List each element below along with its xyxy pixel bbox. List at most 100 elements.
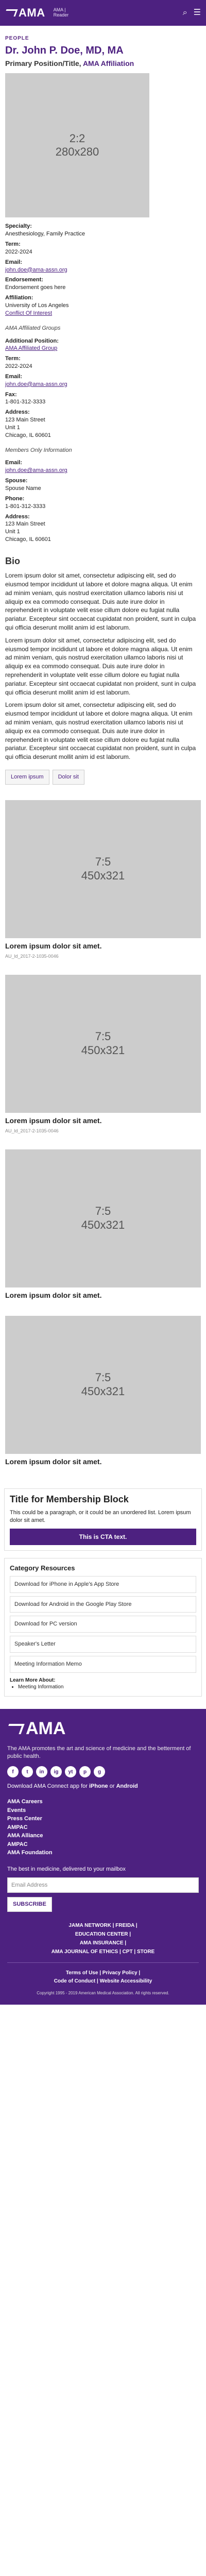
membership-block: Title for Membership Block This could be… xyxy=(4,1488,202,1551)
google-icon[interactable]: g xyxy=(94,1766,105,1778)
learn-more-link[interactable]: Meeting Information xyxy=(18,1684,196,1691)
linkedin-icon[interactable]: in xyxy=(36,1766,47,1778)
affiliated-groups-title: AMA Affiliated Groups xyxy=(5,325,61,331)
image-ratio: 7:5 xyxy=(95,1030,111,1043)
field-label: Email: xyxy=(5,460,23,466)
legal-links-row[interactable]: Terms of Use | Privacy Policy | xyxy=(7,1969,199,1977)
field-link[interactable]: john.doe@ama-assn.org xyxy=(5,267,67,273)
field-value: john.doe@ama-assn.org xyxy=(5,467,201,474)
resource-link[interactable]: Download for iPhone in Apple's App Store xyxy=(10,1575,196,1593)
field-link[interactable]: AMA Affiliated Group xyxy=(5,345,57,351)
member-indicator[interactable]: AMA | Reader xyxy=(54,7,69,18)
image-placeholder: 7:5 450x321 xyxy=(5,1315,201,1454)
footer-nav-link[interactable]: AMPAC xyxy=(7,1823,199,1832)
field-value: 2022-2024 xyxy=(5,248,32,255)
category-resources: Category Resources Download for iPhone i… xyxy=(4,1558,202,1697)
field-label: Additional Position: xyxy=(5,337,59,344)
resource-link[interactable]: Meeting Information Memo xyxy=(10,1656,196,1673)
instagram-icon[interactable]: ig xyxy=(50,1766,62,1778)
footer-nav-link[interactable]: AMA Alliance xyxy=(7,1832,199,1840)
image-placeholder: 7:5 450x321 xyxy=(5,1149,201,1287)
footer-logo[interactable]: AMA xyxy=(5,1717,199,1741)
top-bar: AMA AMA | Reader ⌕ ☰ xyxy=(0,0,206,26)
footer-nav-link[interactable]: Press Center xyxy=(7,1815,199,1823)
membership-cta-button[interactable]: This is CTA text. xyxy=(10,1528,196,1546)
youtube-icon[interactable]: yt xyxy=(65,1766,76,1778)
membership-text: This could be a paragraph, or it could b… xyxy=(10,1510,191,1524)
partner-links: JAMA NETWORK | FREIDA | EDUCATION CENTER… xyxy=(7,1921,199,1956)
app-download: Download AMA Connect app for iPhone or A… xyxy=(7,1783,199,1790)
image-credit: AU_ld_2017-2-1035-0046 xyxy=(5,1128,59,1133)
image-ratio: 7:5 xyxy=(95,1205,111,1218)
footer-nav-link[interactable]: AMPAC xyxy=(7,1840,199,1849)
pinterest-icon[interactable]: p xyxy=(79,1766,91,1778)
field-label: Fax: xyxy=(5,391,17,398)
field-value: 1-801-312-3333 xyxy=(5,503,46,510)
image-placeholder: 7:5 450x321 xyxy=(5,800,201,938)
resource-link[interactable]: Download for PC version xyxy=(10,1616,196,1633)
field-value: Spouse Name xyxy=(5,485,41,492)
field-value: Conflict Of Interest xyxy=(5,310,201,317)
footer-nav-link[interactable]: AMA Foundation xyxy=(7,1849,199,1857)
partner-links-row[interactable]: AMA INSURANCE | xyxy=(7,1939,199,1947)
bio-paragraph: Lorem ipsum dolor sit amet, consectetur … xyxy=(5,701,196,761)
partner-links-row[interactable]: EDUCATION CENTER | xyxy=(7,1930,199,1939)
affiliation-link[interactable]: AMA Affiliation xyxy=(83,59,134,67)
position-line: Primary Position/Title, AMA Affiliation xyxy=(5,59,201,69)
partner-links-row[interactable]: AMA JOURNAL OF ETHICS | CPT | STORE xyxy=(7,1947,199,1956)
legal-links: Terms of Use | Privacy Policy | Code of … xyxy=(7,1969,199,1986)
media-item: 7:5 450x321 Lorem ipsum dolor sit amet. xyxy=(5,1315,201,1467)
field-link[interactable]: john.doe@ama-assn.org xyxy=(5,381,67,387)
search-icon[interactable]: ⌕ xyxy=(183,7,187,19)
field-value: 1-801-312-3333 xyxy=(5,399,46,405)
eyebrow: PEOPLE xyxy=(5,36,29,41)
field-value: john.doe@ama-assn.org xyxy=(5,381,201,388)
field-label: Email: xyxy=(5,259,23,265)
bio-paragraph: Lorem ipsum dolor sit amet, consectetur … xyxy=(5,636,196,696)
resource-link[interactable]: Speaker's Letter xyxy=(10,1636,196,1653)
field-label: Endorsement: xyxy=(5,277,43,283)
bio-paragraph: Lorem ipsum dolor sit amet, consectetur … xyxy=(5,572,196,631)
field-value: AMA Affiliated Group xyxy=(5,345,201,352)
android-link[interactable]: Android xyxy=(116,1783,138,1789)
iphone-link[interactable]: iPhone xyxy=(89,1783,108,1789)
membership-title: Title for Membership Block xyxy=(10,1494,129,1504)
resource-link[interactable]: Download for Android in the Google Play … xyxy=(10,1596,196,1613)
logo-text: AMA xyxy=(19,6,45,20)
field-label: Term: xyxy=(5,241,21,248)
facebook-icon[interactable]: f xyxy=(7,1766,19,1778)
footer-nav-link[interactable]: Events xyxy=(7,1806,199,1815)
field-label: Phone: xyxy=(5,495,25,502)
image-size: 450x321 xyxy=(81,1384,125,1398)
partner-links-row[interactable]: JAMA NETWORK | FREIDA | xyxy=(7,1921,199,1930)
field-link[interactable]: Conflict Of Interest xyxy=(5,310,52,316)
field-value: Anesthesiology, Family Practice xyxy=(5,231,85,238)
ama-logo-mark xyxy=(5,1723,25,1734)
site-footer: AMA The AMA promotes the art and science… xyxy=(0,1708,206,2005)
mission-text: The AMA promotes the art and science of … xyxy=(7,1745,191,1759)
field-label: Affiliation: xyxy=(5,295,33,301)
ama-logo[interactable]: AMA xyxy=(4,5,45,21)
newsletter: The best in medicine, delivered to your … xyxy=(7,1866,199,1912)
email-input[interactable]: Email Address xyxy=(7,1877,199,1893)
legal-links-row[interactable]: Code of Conduct | Website Accessibility xyxy=(7,1977,199,1986)
field-label: Address: xyxy=(5,409,30,416)
media-gallery: 7:5 450x321 Lorem ipsum dolor sit amet. A… xyxy=(5,800,201,1467)
footer-nav-link[interactable]: AMA Careers xyxy=(7,1798,199,1806)
tag-chip[interactable]: Dolor sit xyxy=(52,769,84,785)
image-caption: Lorem ipsum dolor sit amet. xyxy=(5,1116,102,1125)
twitter-icon[interactable]: t xyxy=(22,1766,33,1778)
field-value: john.doe@ama-assn.org xyxy=(5,266,201,274)
image-placeholder: 7:5 450x321 xyxy=(5,974,201,1113)
field-label: Address: xyxy=(5,513,30,520)
menu-icon[interactable]: ☰ xyxy=(194,7,201,19)
footer-nav: AMA Careers Events Press Center AMPAC AM… xyxy=(7,1798,199,1857)
footer-logo-text: AMA xyxy=(26,1718,66,1738)
tag-chip[interactable]: Lorem ipsum xyxy=(5,769,49,785)
subscribe-button[interactable]: SUBSCRIBE xyxy=(7,1897,52,1912)
field-link[interactable]: john.doe@ama-assn.org xyxy=(5,467,67,473)
field-value: 123 Main Street Unit 1 Chicago, IL 60601 xyxy=(5,417,51,438)
field-label: Spouse: xyxy=(5,478,28,484)
app-or: or xyxy=(109,1783,115,1790)
newsletter-text: The best in medicine, delivered to your … xyxy=(7,1866,126,1872)
